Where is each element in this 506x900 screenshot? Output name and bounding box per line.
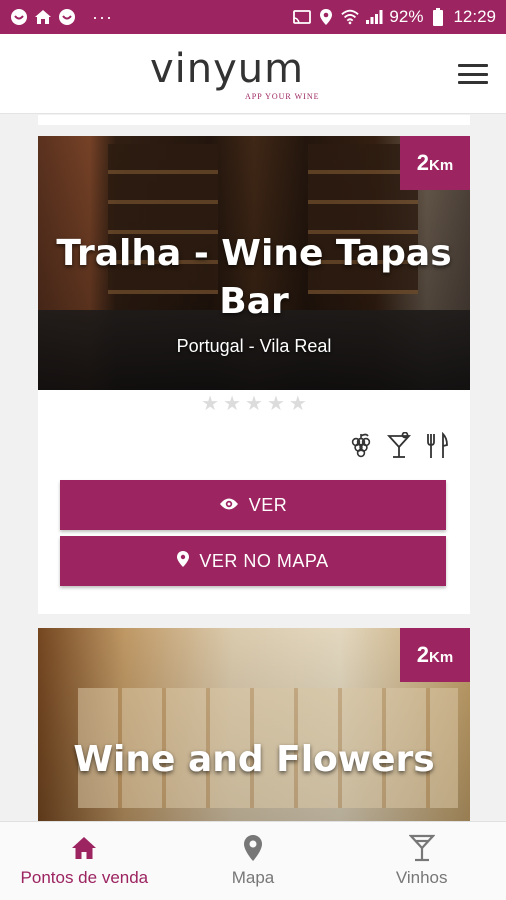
view-on-map-label: VER NO MAPA: [199, 550, 329, 571]
star-icon: ★: [266, 393, 285, 415]
star-icon: ★: [245, 393, 263, 415]
map-pin-icon: [239, 834, 267, 862]
distance-badge: 2 Km: [400, 628, 470, 682]
previous-card-edge: [38, 115, 470, 125]
view-on-map-button[interactable]: VER NO MAPA: [60, 536, 446, 586]
menu-line: [458, 64, 488, 67]
view-venue-label: VER: [248, 494, 288, 515]
cast-icon: [293, 8, 312, 26]
notification-app-icon-2: [58, 8, 76, 26]
venue-photo[interactable]: 2 Km Wine and Flowers: [38, 628, 470, 821]
rating-stars: ★ ★ ★ ★ ★: [38, 394, 470, 414]
vinyum-logo[interactable]: vinyum APP YOUR WINE: [150, 48, 325, 104]
view-venue-button[interactable]: VER: [60, 480, 446, 530]
menu-line: [458, 81, 488, 84]
wifi-icon: [341, 8, 360, 26]
map-pin-icon: [177, 550, 190, 572]
logo-wordmark: vinyum: [150, 46, 305, 92]
venue-title-line1: Wine and Flowers: [73, 739, 435, 780]
app-header: vinyum APP YOUR WINE: [0, 34, 506, 114]
home-notification-icon: [34, 8, 52, 26]
venue-title-line1: Tralha - Wine Tapas: [56, 233, 452, 274]
distance-value: 2: [416, 642, 430, 667]
venue-features: [38, 432, 470, 462]
star-icon: ★: [288, 393, 307, 415]
bottom-navigation: Pontos de venda Mapa Vinhos: [0, 821, 506, 900]
venue-photo[interactable]: 2 Km Tralha - Wine Tapas Bar Portugal - …: [38, 136, 470, 390]
star-icon: ★: [223, 393, 242, 415]
distance-value: 2: [416, 150, 430, 175]
notification-app-icon: [10, 8, 28, 26]
nav-tab-vinhos[interactable]: Vinhos: [337, 822, 506, 900]
clock: 12:29: [453, 7, 496, 26]
nav-tab-label: Mapa: [231, 868, 275, 887]
more-notifications-indicator: ···: [92, 7, 113, 27]
status-bar: ··· 92% 12:29: [0, 0, 506, 34]
signal-icon: [365, 8, 383, 26]
hamburger-menu-button[interactable]: [456, 60, 490, 88]
logo-tagline: APP YOUR WINE: [245, 92, 320, 101]
nav-tab-label: Pontos de venda: [20, 868, 149, 887]
grapes-icon: [348, 432, 374, 460]
battery-percent: 92%: [389, 7, 424, 26]
eye-icon: [219, 495, 239, 516]
distance-unit: Km: [429, 648, 454, 666]
cocktail-icon: [386, 432, 412, 460]
nav-tab-mapa[interactable]: Mapa: [169, 822, 338, 900]
venue-card: 2 Km Tralha - Wine Tapas Bar Portugal - …: [38, 136, 470, 614]
menu-line: [458, 72, 488, 76]
battery-icon: [429, 8, 447, 26]
venue-list[interactable]: 2 Km Tralha - Wine Tapas Bar Portugal - …: [0, 115, 506, 821]
venue-title-line2: Bar: [219, 281, 289, 322]
nav-tab-pontos-de-venda[interactable]: Pontos de venda: [0, 822, 169, 900]
distance-unit: Km: [429, 156, 454, 174]
distance-badge: 2 Km: [400, 136, 470, 190]
venue-location: Portugal - Vila Real: [176, 336, 332, 356]
home-icon: [70, 834, 98, 862]
nav-tab-label: Vinhos: [395, 868, 448, 887]
cutlery-icon: [424, 432, 450, 460]
star-icon: ★: [201, 393, 220, 415]
venue-card: 2 Km Wine and Flowers: [38, 628, 470, 821]
location-icon: [317, 8, 335, 26]
wine-glass-icon: [408, 834, 436, 862]
